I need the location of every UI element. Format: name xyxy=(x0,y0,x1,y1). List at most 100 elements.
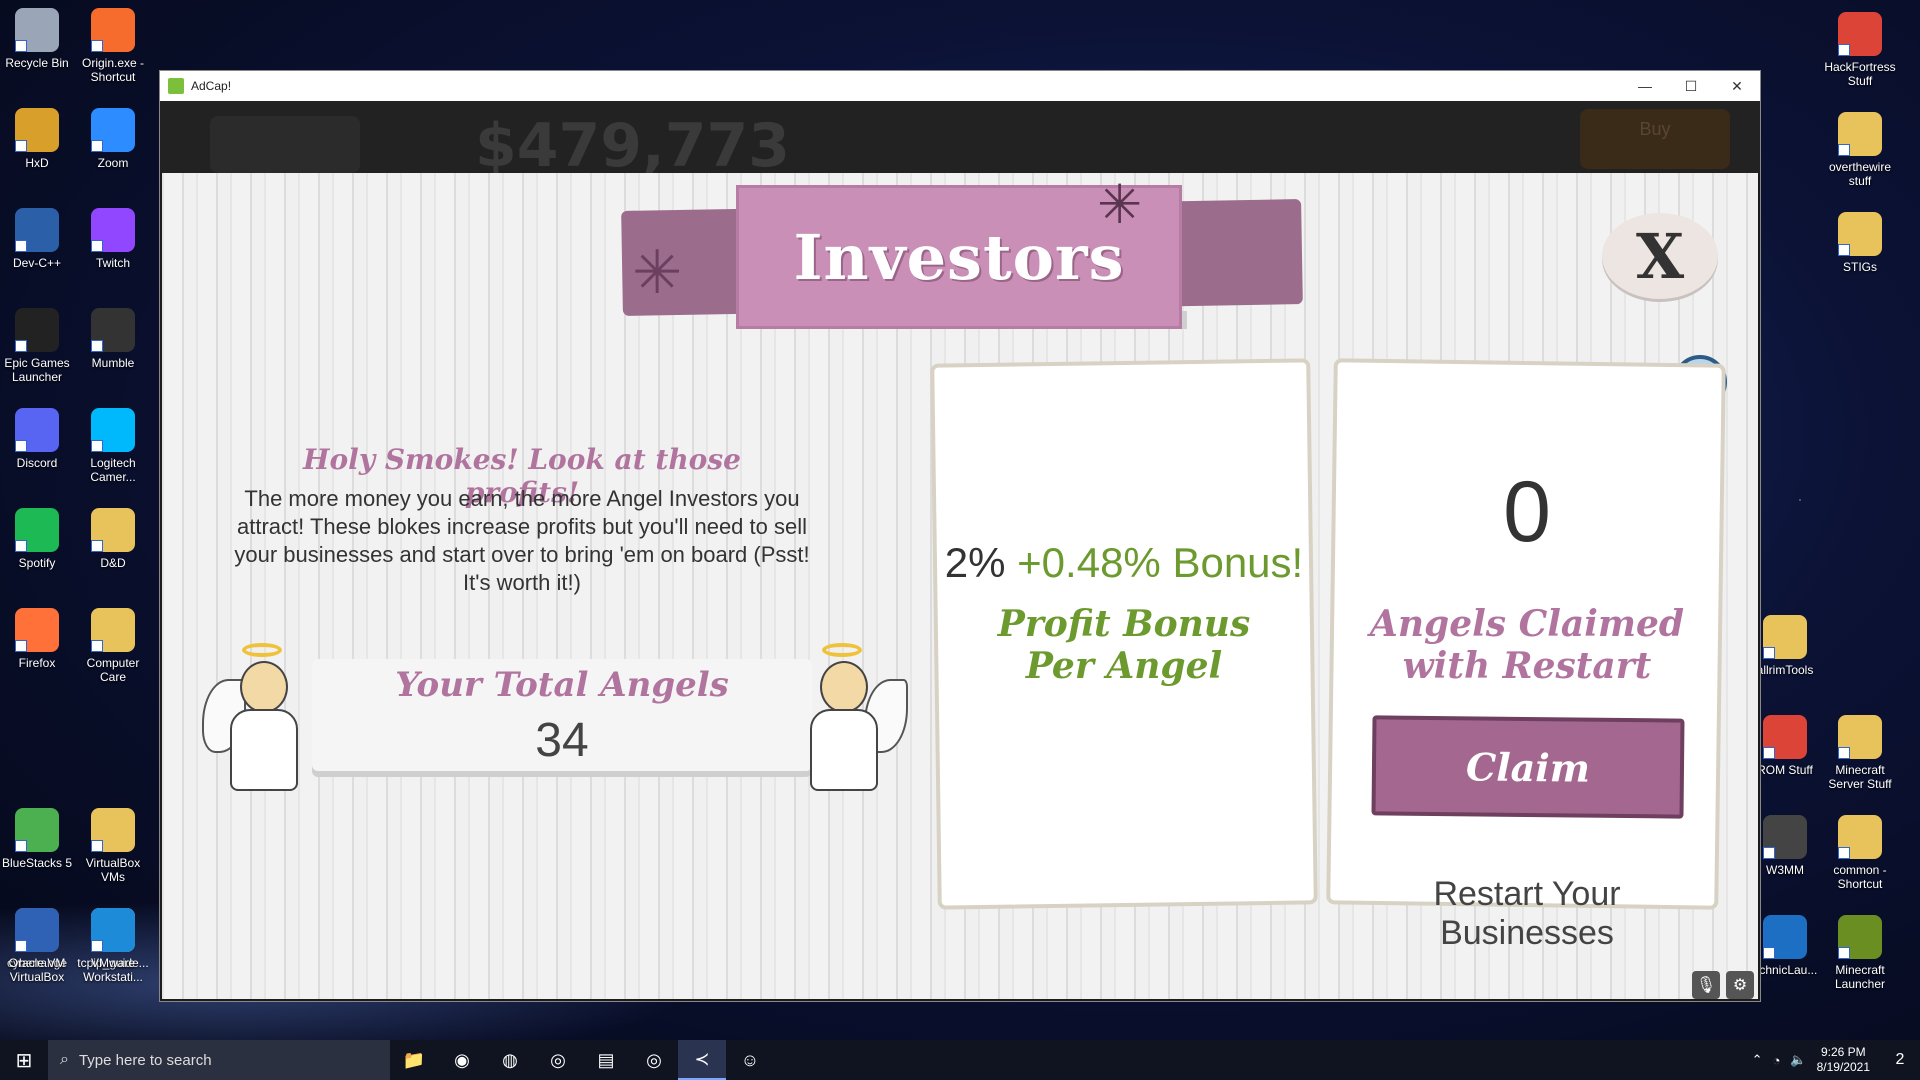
window-close-button[interactable]: ✕ xyxy=(1714,71,1760,101)
panel-title: Investors xyxy=(793,220,1125,294)
desktop-icon[interactable]: overthewire stuff xyxy=(1823,112,1897,188)
desktop-icon[interactable]: Computer Care xyxy=(76,608,150,684)
desktop-icon[interactable]: common - Shortcut xyxy=(1823,815,1897,891)
desktop-icon[interactable]: Mumble xyxy=(76,308,150,370)
minecraft-icon xyxy=(1838,915,1882,959)
desktop-icon-label: Origin.exe - Shortcut xyxy=(81,56,145,84)
investors-panel: ✳ Investors ✳ X ? Holy Smokes! Look at t… xyxy=(162,173,1758,999)
desktop-icon-label: common - Shortcut xyxy=(1833,863,1887,891)
taskbar-app-vscode-icon[interactable]: ≺ xyxy=(678,1040,726,1080)
w3mm-icon xyxy=(1763,815,1807,859)
claim-button[interactable]: Claim xyxy=(1371,715,1685,819)
folder-icon xyxy=(1838,112,1882,156)
angels-claimed-count: 0 xyxy=(1503,464,1551,560)
desktop-icon[interactable]: Zoom xyxy=(76,108,150,170)
network-icon[interactable]: ◔ xyxy=(1773,1053,1781,1068)
taskbar-apps: 📁 ◉ ◍ ◎ ▤ ◎ ≺ ☺ xyxy=(390,1040,774,1080)
adcap-window: AdCap! — ☐ ✕ $479,773 Buy ✳ Investors ✳ … xyxy=(160,71,1760,1001)
desktop-icon[interactable]: STIGs xyxy=(1823,212,1897,274)
desktop-icon[interactable]: Origin.exe - Shortcut xyxy=(76,8,150,84)
desktop-icon-label: Computer Care xyxy=(86,656,140,684)
clock[interactable]: 9:26 PM 8/19/2021 xyxy=(1817,1045,1870,1075)
volume-icon[interactable]: 🔈 xyxy=(1790,1052,1806,1068)
desktop-icon[interactable]: BlueStacks 5 xyxy=(0,808,74,870)
microphone-icon[interactable]: 🎙 xyxy=(1692,971,1720,999)
taskbar-app-chrome-icon[interactable]: ◉ xyxy=(438,1040,486,1080)
star-ornament-icon: ✳ xyxy=(1097,175,1143,235)
profit-bonus-label-line1: Profit Bonus xyxy=(997,603,1251,645)
desktop-icon[interactable]: Logitech Camer... xyxy=(76,408,150,484)
taskbar-app-discord-icon[interactable]: ◍ xyxy=(486,1040,534,1080)
desktop-icon-label: Minecraft Launcher xyxy=(1834,963,1886,991)
folder-icon xyxy=(91,508,135,552)
start-button[interactable]: ⊞ xyxy=(0,1040,48,1080)
buy-button[interactable]: Buy xyxy=(1580,109,1730,169)
origin-icon xyxy=(91,8,135,52)
desktop-icon[interactable]: Oracle VM VirtualBox xyxy=(0,908,74,984)
desktop-icon-label: Dev-C++ xyxy=(12,256,62,270)
desktop-icon-label: Mumble xyxy=(91,356,135,370)
chrome-icon xyxy=(1838,12,1882,56)
desktop-icon-label: D&D xyxy=(100,556,126,570)
desktop-icon-label: overthewire stuff xyxy=(1828,160,1892,188)
desktop-icon[interactable]: Twitch xyxy=(76,208,150,270)
taskbar-app-steam-icon[interactable]: ◎ xyxy=(534,1040,582,1080)
mumble-icon xyxy=(91,308,135,352)
minimize-button[interactable]: — xyxy=(1622,71,1668,101)
star-ornament-icon: ✳ xyxy=(632,239,683,306)
search-icon: ⌕ xyxy=(60,1051,69,1068)
taskbar-app-steam-icon[interactable]: ◎ xyxy=(630,1040,678,1080)
angels-claimed-label-line2: with Restart xyxy=(1402,645,1652,687)
desktop-icon-label: Twitch xyxy=(95,256,130,270)
taskbar: ⊞ ⌕ Type here to search 📁 ◉ ◍ ◎ ▤ ◎ ≺ ☺ ⌃ ◔ 🔈 9… xyxy=(0,1040,1920,1080)
desktop-icon-label: Discord xyxy=(16,456,58,470)
desktop-icon-label: Epic Games Launcher xyxy=(4,356,70,384)
desktop-icon[interactable]: Epic Games Launcher xyxy=(0,308,74,384)
notification-center-button[interactable]: 2 xyxy=(1880,1040,1920,1080)
profit-bonus-label: Profit Bonus Per Angel xyxy=(944,603,1304,687)
desktop-icon[interactable]: Firefox xyxy=(0,608,74,670)
money-display: $479,773 xyxy=(475,111,791,181)
desktop-icon-label: STIGs xyxy=(1842,260,1877,274)
desktop-icon[interactable]: Discord xyxy=(0,408,74,470)
window-titlebar[interactable]: AdCap! — ☐ ✕ xyxy=(160,71,1760,101)
desktop-icon-label: VirtualBox VMs xyxy=(85,856,141,884)
profit-bonus-value: 2% +0.48% Bonus! xyxy=(944,539,1304,587)
bluestacks-icon xyxy=(15,808,59,852)
total-angels-value: 34 xyxy=(535,714,589,767)
desktop-icon[interactable]: HackFortress Stuff xyxy=(1823,12,1897,88)
desktop-icon[interactable]: Minecraft Server Stuff xyxy=(1823,715,1897,791)
desktop-icon-label: Firefox xyxy=(18,656,56,670)
firefox-icon xyxy=(15,608,59,652)
angel-icon xyxy=(202,639,312,791)
restart-businesses-label: Restart Your Businesses xyxy=(1433,875,1621,952)
desktop-icon[interactable]: VMware Workstati... xyxy=(76,908,150,984)
panel-close-button[interactable]: X xyxy=(1602,213,1718,299)
taskbar-app-file-explorer-icon[interactable]: 📁 xyxy=(390,1040,438,1080)
chevron-up-icon[interactable]: ⌃ xyxy=(1752,1052,1763,1068)
taskbar-app-adcap-icon[interactable]: ☺ xyxy=(726,1040,774,1080)
desktop-icon-label: Recycle Bin xyxy=(5,56,69,70)
discord-icon xyxy=(15,408,59,452)
window-title: AdCap! xyxy=(191,79,232,93)
desktop-icon[interactable]: Dev-C++ xyxy=(0,208,74,270)
twitch-icon xyxy=(91,208,135,252)
capitalist-hat-icon xyxy=(210,116,360,173)
taskbar-app-app-icon[interactable]: ▤ xyxy=(582,1040,630,1080)
taskbar-search[interactable]: ⌕ Type here to search xyxy=(48,1040,390,1080)
desktop-icon[interactable]: Spotify xyxy=(0,508,74,570)
epic-games-icon xyxy=(15,308,59,352)
settings-icon[interactable]: ⚙ xyxy=(1726,971,1754,999)
desktop-icon-label: VMware Workstati... xyxy=(83,956,143,984)
maximize-button[interactable]: ☐ xyxy=(1668,71,1714,101)
desktop-icon-label: Logitech Camer... xyxy=(90,456,136,484)
desktop-icon[interactable]: D&D xyxy=(76,508,150,570)
desktop-icon[interactable]: VirtualBox VMs xyxy=(76,808,150,884)
desktop-icon[interactable]: Recycle Bin xyxy=(0,8,74,70)
desktop-icon[interactable]: Minecraft Launcher xyxy=(1823,915,1897,991)
folder-icon xyxy=(1838,212,1882,256)
spotify-icon xyxy=(15,508,59,552)
desktop-icon[interactable]: HxD xyxy=(0,108,74,170)
desktop-icon-label: Spotify xyxy=(18,556,56,570)
bonus-base: 2% xyxy=(944,539,1006,586)
